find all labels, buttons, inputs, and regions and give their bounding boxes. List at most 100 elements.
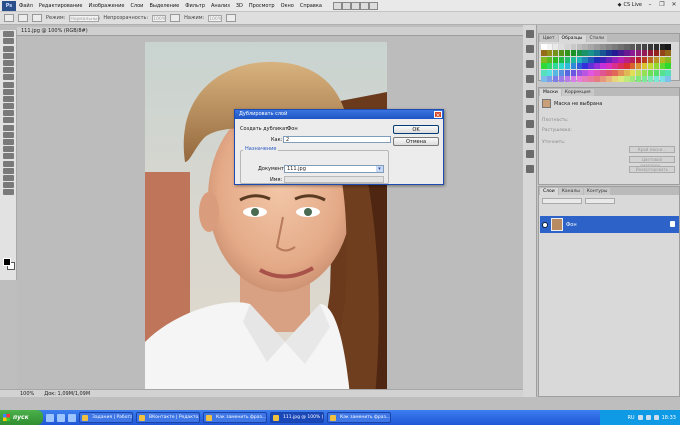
- move-tool-icon[interactable]: [2, 31, 14, 38]
- swatch[interactable]: [653, 56, 660, 63]
- pressure-field[interactable]: 100%: [208, 14, 223, 22]
- foreground-color-swatch[interactable]: [3, 258, 11, 266]
- swatch[interactable]: [653, 50, 660, 57]
- zoom-level-icon[interactable]: [350, 1, 360, 10]
- swatch[interactable]: [647, 69, 654, 76]
- swatch[interactable]: [618, 69, 624, 76]
- tab-layers[interactable]: Слои: [540, 188, 558, 195]
- swatch[interactable]: [546, 63, 553, 70]
- swatch[interactable]: [629, 69, 636, 76]
- info-panel-icon[interactable]: [525, 90, 534, 98]
- brush-preset-icon[interactable]: [4, 14, 14, 22]
- swatch[interactable]: [564, 50, 571, 57]
- swatch[interactable]: [546, 69, 553, 76]
- canvas-area[interactable]: [17, 36, 523, 396]
- close-icon[interactable]: ✕: [670, 1, 678, 9]
- menu-view[interactable]: Просмотр: [246, 0, 278, 12]
- swatch[interactable]: [659, 63, 666, 70]
- eraser-tool-icon[interactable]: [2, 103, 14, 110]
- taskbar-item[interactable]: Задания | Работа@Мэ...: [79, 412, 133, 423]
- swatch[interactable]: [576, 44, 583, 50]
- swatch[interactable]: [594, 56, 600, 63]
- menu-edit[interactable]: Редактирование: [36, 0, 86, 12]
- layer-row-background[interactable]: Фон: [540, 216, 679, 233]
- swatch[interactable]: [623, 56, 630, 63]
- swatch[interactable]: [594, 50, 600, 57]
- healing-tool-icon[interactable]: [2, 74, 14, 81]
- screen-mode-icon[interactable]: [368, 1, 378, 10]
- dialog-titlebar[interactable]: Дублировать слой ×: [235, 110, 443, 119]
- swatch[interactable]: [618, 44, 624, 50]
- cs-live-button[interactable]: ◆ CS Live: [618, 2, 642, 8]
- swatch[interactable]: [635, 63, 642, 70]
- swatch[interactable]: [629, 63, 636, 70]
- swatch[interactable]: [541, 56, 547, 63]
- swatch[interactable]: [552, 44, 559, 50]
- swatch[interactable]: [552, 63, 559, 70]
- swatch[interactable]: [653, 44, 660, 50]
- swatch[interactable]: [570, 44, 577, 50]
- menu-analysis[interactable]: Анализ: [208, 0, 233, 12]
- swatch[interactable]: [629, 50, 636, 57]
- tab-channels[interactable]: Каналы: [558, 188, 583, 195]
- swatch[interactable]: [623, 69, 630, 76]
- taskbar-item[interactable]: Как заменить фраз...: [203, 412, 267, 423]
- tablet-opacity-icon[interactable]: [170, 14, 181, 22]
- volume-icon[interactable]: [645, 415, 651, 420]
- swatch[interactable]: [570, 63, 577, 70]
- swatch[interactable]: [641, 75, 648, 82]
- swatch[interactable]: [600, 50, 606, 57]
- swatch[interactable]: [588, 63, 594, 70]
- swatch[interactable]: [653, 75, 660, 82]
- swatch[interactable]: [594, 63, 600, 70]
- swatch[interactable]: [647, 50, 654, 57]
- clone-stamp-tool-icon[interactable]: [2, 88, 14, 95]
- swatch[interactable]: [552, 50, 559, 57]
- path-select-tool-icon[interactable]: [2, 146, 14, 153]
- as-name-input[interactable]: 2: [283, 136, 391, 143]
- swatch[interactable]: [612, 63, 618, 70]
- swatch[interactable]: [606, 44, 612, 50]
- tab-color[interactable]: Цвет: [540, 35, 558, 42]
- default-colors-icon[interactable]: [2, 189, 14, 196]
- swatch[interactable]: [576, 56, 583, 63]
- swatch[interactable]: [564, 44, 571, 50]
- swatch[interactable]: [618, 75, 624, 82]
- security-icon[interactable]: [653, 415, 659, 420]
- taskbar-item[interactable]: Как заменить фраз...: [327, 412, 391, 423]
- swatch[interactable]: [570, 75, 577, 82]
- start-button[interactable]: пуск: [0, 410, 43, 425]
- swatch[interactable]: [665, 63, 671, 70]
- swatch[interactable]: [665, 44, 671, 50]
- swatch[interactable]: [612, 50, 618, 57]
- swatch[interactable]: [541, 75, 547, 82]
- swatch[interactable]: [641, 63, 648, 70]
- taskbar-item[interactable]: ВКонтакте | Редакто...: [136, 412, 200, 423]
- swatch[interactable]: [600, 56, 606, 63]
- menu-file[interactable]: Файл: [16, 0, 36, 12]
- swatch[interactable]: [594, 69, 600, 76]
- document-info[interactable]: Док: 1,09M/1,09M: [44, 391, 90, 397]
- mode-select[interactable]: Нормальный: [69, 14, 100, 22]
- swatch[interactable]: [606, 56, 612, 63]
- swatch[interactable]: [623, 50, 630, 57]
- brush-panel-icon[interactable]: [32, 14, 42, 22]
- crop-tool-icon[interactable]: [2, 59, 14, 66]
- swatch[interactable]: [588, 69, 594, 76]
- navigator-panel-icon[interactable]: [525, 165, 534, 173]
- swatch[interactable]: [612, 56, 618, 63]
- lasso-tool-icon[interactable]: [2, 45, 14, 52]
- menu-help[interactable]: Справка: [297, 0, 325, 12]
- gradient-tool-icon[interactable]: [2, 110, 14, 117]
- quick-select-tool-icon[interactable]: [2, 52, 14, 59]
- clone-source-panel-icon[interactable]: [525, 135, 534, 143]
- swatch[interactable]: [600, 75, 606, 82]
- brush-size-icon[interactable]: [18, 14, 28, 22]
- tab-styles[interactable]: Стили: [586, 35, 607, 42]
- swatch[interactable]: [635, 69, 642, 76]
- swatch[interactable]: [600, 44, 606, 50]
- swatch[interactable]: [641, 44, 648, 50]
- airbrush-icon[interactable]: [226, 14, 237, 22]
- swatch[interactable]: [541, 69, 547, 76]
- swatch[interactable]: [659, 69, 666, 76]
